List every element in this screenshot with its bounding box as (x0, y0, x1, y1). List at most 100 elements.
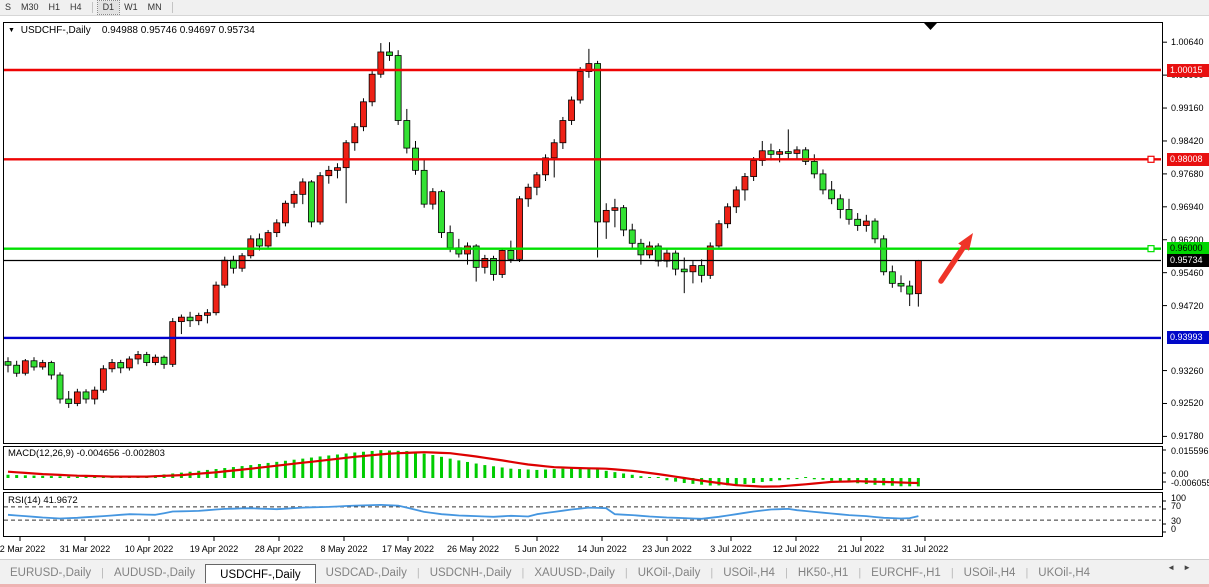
candle-up (569, 100, 575, 120)
timeframe-button-h4[interactable]: H4 (65, 1, 87, 14)
tab-scroll-arrows: ◄► (1167, 563, 1199, 572)
candle-up (326, 170, 332, 175)
candle-down (161, 357, 167, 364)
candle-up (317, 176, 323, 222)
support-line-blue-price-badge: 0.93993 (1167, 331, 1209, 344)
symbol-tab-hk50[interactable]: HK50-,H1 (788, 563, 859, 583)
symbol-tab-usdcnh[interactable]: USDCNH-,Daily (420, 563, 522, 583)
symbol-tab-eurusd[interactable]: EURUSD-,Daily (0, 563, 101, 583)
timeframe-button-d1[interactable]: D1 (98, 1, 120, 14)
candle-down (14, 365, 20, 373)
price-axis-label: 0.94720 (1171, 301, 1204, 311)
tab-scroll-right-icon[interactable]: ► (1183, 563, 1199, 572)
candle-up (196, 315, 202, 320)
date-label: 23 Jun 2022 (642, 544, 692, 554)
candle-up (274, 223, 280, 233)
indicator-axis-label: 70 (1171, 501, 1181, 511)
candle-down (837, 199, 843, 210)
candle-up (213, 285, 219, 313)
candle-up (482, 258, 488, 267)
candle-down (308, 182, 314, 222)
tab-scroll-left-icon[interactable]: ◄ (1167, 563, 1183, 572)
candle-down (230, 260, 236, 268)
candle-up (465, 246, 471, 254)
symbol-tab-ukoil[interactable]: UKOil-,Daily (628, 563, 711, 583)
candle-down (898, 283, 904, 286)
candle-up (239, 256, 245, 268)
date-label: 22 Mar 2022 (0, 544, 45, 554)
price-axis-label: 0.95460 (1171, 268, 1204, 278)
candle-up (222, 260, 228, 285)
candle-down (872, 221, 878, 239)
candle-up (577, 72, 583, 100)
candle-up (100, 369, 106, 390)
date-label: 17 May 2022 (382, 544, 434, 554)
candle-up (343, 143, 349, 168)
date-label: 31 Mar 2022 (60, 544, 111, 554)
timeframe-button-w1[interactable]: W1 (119, 1, 143, 14)
timeframe-button-m30[interactable]: M30 (16, 1, 44, 14)
candle-down (83, 392, 89, 399)
candle-up (863, 221, 869, 225)
timeframe-button-s[interactable]: S (0, 1, 16, 14)
timeframe-button-h1[interactable]: H1 (44, 1, 66, 14)
candle-down (629, 230, 635, 243)
symbol-tab-usoil[interactable]: USOil-,H4 (954, 563, 1026, 583)
candle-up (751, 161, 757, 177)
indicator-axis-label: -0.006055 (1171, 478, 1209, 488)
symbol-tab-usdchf[interactable]: USDCHF-,Daily (205, 564, 316, 583)
candle-down (846, 209, 852, 219)
date-label: 28 Apr 2022 (255, 544, 304, 554)
candle-up (716, 224, 722, 246)
candle-up (517, 199, 523, 260)
timeframe-toolbar: SM30H1H4 D1W1MN (0, 0, 1209, 16)
support-line-green-handle[interactable] (1148, 246, 1154, 252)
candle-up (300, 182, 306, 194)
price-axis-label: 1.00640 (1171, 37, 1204, 47)
candle-down (699, 266, 705, 276)
symbol-tab-xauusd[interactable]: XAUUSD-,Daily (524, 563, 625, 583)
candle-up (777, 152, 783, 155)
candle-down (508, 250, 514, 259)
price-axis-label: 0.93260 (1171, 366, 1204, 376)
symbol-tab-eurchf[interactable]: EURCHF-,H1 (861, 563, 951, 583)
resistance-line-2-price-badge: 0.98008 (1167, 153, 1209, 166)
resistance-line-2-handle[interactable] (1148, 156, 1154, 162)
candle-up (178, 317, 184, 321)
price-axis-label: 0.91780 (1171, 431, 1204, 441)
candle-up (204, 313, 210, 316)
candle-down (595, 64, 601, 222)
candle-up (647, 246, 653, 255)
price-axis-label: 0.98420 (1171, 136, 1204, 146)
candle-up (40, 363, 46, 367)
candle-down (66, 399, 72, 403)
candle-up (135, 355, 141, 359)
candle-down (57, 375, 63, 399)
macd-indicator-label: MACD(12,26,9) -0.004656 -0.002803 (8, 448, 165, 459)
candle-down (118, 363, 124, 368)
chart-canvas[interactable] (0, 16, 1209, 561)
symbol-tab-ukoil[interactable]: UKOil-,H4 (1028, 563, 1100, 583)
candle-up (74, 392, 80, 404)
rsi-indicator-label: RSI(14) 41.9672 (8, 495, 78, 506)
symbol-tab-usoil[interactable]: USOil-,H4 (713, 563, 785, 583)
candle-down (256, 239, 262, 246)
candle-up (126, 359, 132, 368)
toolbar-separator (172, 2, 173, 13)
symbol-tab-usdcad[interactable]: USDCAD-,Daily (316, 563, 417, 583)
candle-up (248, 239, 254, 256)
date-label: 14 Jun 2022 (577, 544, 627, 554)
symbol-tab-audusd[interactable]: AUDUSD-,Daily (104, 563, 205, 583)
date-label: 5 Jun 2022 (515, 544, 560, 554)
candle-up (690, 266, 696, 272)
candle-up (430, 192, 436, 204)
chart-menu-icon[interactable]: ▼ (8, 27, 15, 34)
candle-down (144, 355, 150, 363)
candle-up (733, 190, 739, 207)
timeframe-button-mn[interactable]: MN (143, 1, 167, 14)
candle-up (794, 150, 800, 154)
candle-down (386, 52, 392, 56)
candle-down (31, 361, 37, 367)
price-axis-label: 0.97680 (1171, 169, 1204, 179)
date-label: 19 Apr 2022 (190, 544, 239, 554)
